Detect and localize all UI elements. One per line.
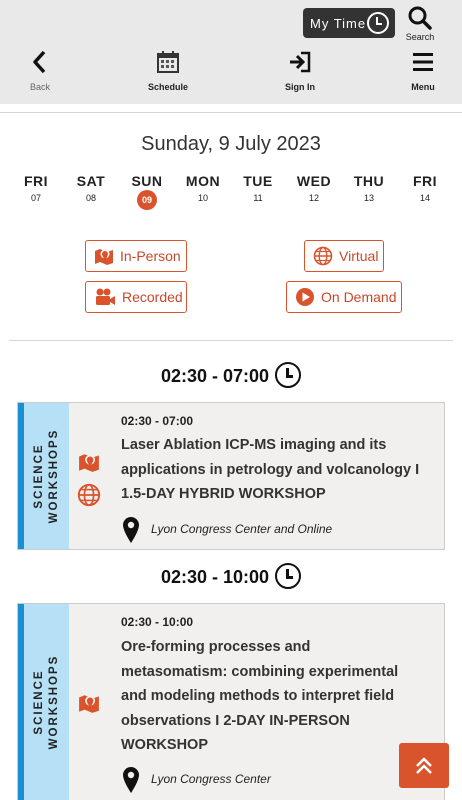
day-number: 10 bbox=[197, 193, 208, 203]
category-band: SCIENCE WORKSHOPS bbox=[24, 604, 69, 800]
globe-icon bbox=[77, 483, 101, 507]
session-title-line: 1.5-DAY HYBRID WORKSHOP bbox=[121, 486, 326, 502]
day-name: SUN bbox=[131, 173, 163, 189]
day-name: FRI bbox=[412, 173, 438, 189]
day-wed-12[interactable]: WED 12 bbox=[289, 173, 339, 203]
in-person-label: In-Person bbox=[120, 248, 181, 264]
chevron-left-icon bbox=[33, 50, 46, 74]
play-circle-icon bbox=[296, 288, 314, 306]
category-band: SCIENCE WORKSHOPS bbox=[24, 403, 69, 549]
day-name: MON bbox=[185, 173, 221, 189]
day-number: 07 bbox=[30, 193, 41, 203]
day-fri-14[interactable]: FRI 14 bbox=[400, 173, 450, 203]
day-number: 11 bbox=[253, 193, 263, 203]
category-line: SCIENCE bbox=[32, 443, 45, 509]
clock-icon bbox=[275, 362, 302, 388]
on-demand-filter-button[interactable]: On Demand bbox=[286, 281, 402, 313]
back-to-top-button[interactable] bbox=[399, 743, 449, 788]
day-name: THU bbox=[353, 173, 385, 189]
sign-in-label: Sign In bbox=[285, 82, 315, 92]
in-person-filter-button[interactable]: In-Person bbox=[85, 240, 187, 272]
map-marker-icon bbox=[95, 249, 113, 265]
category-line: WORKSHOPS bbox=[47, 654, 60, 750]
location-pin-icon bbox=[123, 517, 139, 543]
calendar-icon bbox=[157, 51, 179, 73]
session-card[interactable]: SCIENCE WORKSHOPS 02:30 - 10:00 Ore-formi… bbox=[17, 603, 445, 800]
divider bbox=[9, 340, 453, 341]
my-time-button[interactable]: My Time bbox=[303, 8, 395, 38]
selected-day-number: 09 bbox=[137, 190, 157, 210]
session-title[interactable]: Laser Ablation ICP-MS imaging and its ap… bbox=[121, 433, 443, 507]
session-title-line: and modeling methods to interpret field bbox=[121, 688, 395, 704]
day-sat-08[interactable]: SAT 08 bbox=[66, 173, 116, 203]
date-title: Sunday, 9 July 2023 bbox=[141, 133, 321, 155]
menu-button[interactable]: Menu bbox=[404, 50, 442, 92]
map-marker-icon bbox=[79, 695, 99, 713]
my-time-label: My Time bbox=[310, 15, 367, 31]
day-sun-09[interactable]: SUN 09 bbox=[122, 173, 172, 210]
virtual-label: Virtual bbox=[339, 248, 379, 264]
day-number: 12 bbox=[308, 193, 319, 203]
globe-icon bbox=[313, 246, 333, 266]
day-thu-13[interactable]: THU 13 bbox=[344, 173, 394, 203]
search-icon bbox=[408, 6, 432, 30]
schedule-label: Schedule bbox=[147, 82, 188, 92]
session-time: 02:30 - 07:00 bbox=[121, 414, 194, 428]
session-title-line: metasomatism: combining experimental bbox=[121, 663, 399, 680]
session-location: Lyon Congress Center and Online bbox=[151, 522, 333, 536]
session-title[interactable]: Ore-forming processes and metasomatism: … bbox=[121, 635, 443, 758]
time-slot-header: 02:30 - 07:00 bbox=[0, 362, 462, 390]
video-camera-icon bbox=[96, 288, 115, 305]
session-time: 02:30 - 10:00 bbox=[121, 615, 194, 629]
clock-icon bbox=[367, 12, 389, 34]
session-title-line: WORKSHOP bbox=[121, 737, 208, 753]
day-fri-07[interactable]: FRI 07 bbox=[11, 173, 61, 203]
category-label: SCIENCE WORKSHOPS bbox=[32, 429, 62, 524]
category-line: WORKSHOPS bbox=[47, 428, 60, 524]
session-title-line: observations I 2-DAY IN-PERSON bbox=[121, 712, 350, 729]
day-name: WED bbox=[296, 173, 332, 189]
menu-label: Menu bbox=[411, 82, 435, 92]
session-title-line: Laser Ablation ICP-MS imaging and its bbox=[121, 437, 387, 453]
day-number: 13 bbox=[363, 193, 374, 203]
search-label: Search bbox=[405, 32, 435, 42]
recorded-label: Recorded bbox=[122, 289, 183, 305]
day-mon-10[interactable]: MON 10 bbox=[178, 173, 228, 203]
day-tue-11[interactable]: TUE 11 bbox=[233, 173, 283, 203]
session-card[interactable]: SCIENCE WORKSHOPS 02:30 - 07:00 Laser Abl… bbox=[17, 402, 445, 550]
time-slot-label: 02:30 - 10:00 bbox=[160, 566, 270, 587]
double-chevron-up-icon bbox=[416, 757, 432, 774]
day-name: FRI bbox=[23, 173, 49, 189]
session-title-line: Ore-forming processes and bbox=[121, 639, 311, 655]
back-button[interactable]: Back bbox=[20, 50, 60, 92]
session-location: Lyon Congress Center bbox=[151, 772, 271, 786]
day-number: 14 bbox=[419, 193, 430, 203]
schedule-button[interactable]: Schedule bbox=[142, 50, 194, 92]
on-demand-label: On Demand bbox=[321, 289, 397, 305]
session-title-line: applications in petrology and volcanolog… bbox=[121, 461, 420, 478]
category-label: SCIENCE WORKSHOPS bbox=[32, 655, 62, 750]
time-slot-label: 02:30 - 07:00 bbox=[160, 365, 270, 386]
divider bbox=[0, 112, 462, 113]
location-pin-icon bbox=[123, 767, 139, 793]
recorded-filter-button[interactable]: Recorded bbox=[85, 281, 187, 313]
top-bar: My Time Search Back Schedule Sign In Men… bbox=[0, 0, 462, 104]
clock-icon bbox=[275, 563, 302, 589]
hamburger-menu-icon bbox=[413, 53, 433, 71]
back-label: Back bbox=[29, 82, 50, 92]
day-name: TUE bbox=[243, 173, 273, 189]
day-name: SAT bbox=[76, 173, 106, 189]
map-marker-icon bbox=[79, 454, 99, 472]
sign-in-button[interactable]: Sign In bbox=[278, 50, 322, 92]
virtual-filter-button[interactable]: Virtual bbox=[304, 240, 384, 272]
category-line: SCIENCE bbox=[32, 669, 45, 735]
time-slot-header: 02:30 - 10:00 bbox=[0, 563, 462, 591]
sign-in-icon bbox=[290, 51, 311, 73]
day-number: 08 bbox=[85, 193, 96, 203]
